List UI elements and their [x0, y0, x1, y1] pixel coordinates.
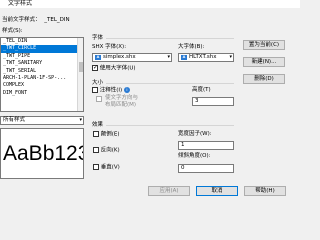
current-style-row: 当前文字样式： _TEL_DIN	[2, 17, 70, 24]
size-group-divider	[106, 83, 234, 84]
match-orientation-row: 使文字方向与布局匹配(M)	[96, 95, 140, 108]
title-bar[interactable]: 文字样式	[0, 0, 300, 8]
style-list-item[interactable]: _TWT_SERIAL	[1, 68, 83, 75]
shx-font-select[interactable]: A simplex.shx ▾	[92, 53, 172, 62]
backwards-label: 反向(K)	[100, 147, 120, 154]
cancel-button[interactable]: 取消	[196, 186, 238, 196]
styles-list[interactable]: _TEL_DIN _TWT_CIRCLE _TWT_PIPE _TWT_SANITAR…	[0, 37, 84, 112]
info-icon: i	[123, 87, 130, 93]
bigfont-label: 大字体(B):	[178, 44, 205, 50]
style-list-item[interactable]: ARCH-1-PLAN-1F-SP-...	[1, 75, 83, 82]
upside-down-checkbox[interactable]	[93, 131, 99, 137]
size-group-label: 大小	[92, 80, 104, 86]
apply-button[interactable]: 应用(A)	[148, 186, 190, 196]
match-orientation-checkbox	[96, 96, 102, 102]
preview-text: AaBb123	[3, 142, 84, 165]
font-group-divider	[106, 38, 234, 39]
use-bigfont-label: 使用大字体(U)	[99, 65, 136, 72]
upside-down-label: 颠倒(E)	[100, 131, 120, 138]
width-factor-input[interactable]: 1	[178, 141, 234, 150]
height-value: 3	[195, 98, 199, 104]
match-orientation-label: 使文字方向与布局匹配(M)	[105, 95, 139, 108]
style-list-item[interactable]: _TWT_CIRCLE	[1, 45, 83, 53]
chevron-down-icon: ▾	[79, 117, 82, 123]
annotative-checkbox[interactable]	[92, 87, 98, 93]
vertical-row[interactable]: 垂直(V)	[93, 164, 120, 172]
chevron-down-icon: ▾	[229, 54, 232, 60]
backwards-checkbox[interactable]	[93, 147, 99, 153]
chevron-down-icon: ▾	[167, 54, 170, 60]
style-list-item[interactable]: _TEL_DIN	[1, 38, 83, 45]
style-list-item[interactable]: _TWT_SANITARY	[1, 60, 83, 67]
annotative-label: 注释性(I)	[99, 87, 123, 94]
width-factor-value: 1	[181, 142, 185, 148]
vertical-label: 垂直(V)	[100, 164, 120, 171]
use-bigfont-checkbox[interactable]	[92, 64, 98, 71]
effects-group-divider	[106, 125, 234, 126]
oblique-angle-input[interactable]: 0	[178, 164, 234, 173]
set-current-button[interactable]: 置为当前(C)	[243, 40, 285, 50]
vertical-checkbox[interactable]	[93, 164, 99, 170]
scrollbar-thumb[interactable]	[79, 62, 83, 72]
style-list-item[interactable]: DIM_FONT	[1, 90, 83, 97]
bigfont-value: HLTXT.shx	[189, 54, 217, 60]
style-list-item[interactable]: COMPLEX	[1, 82, 83, 89]
oblique-angle-label: 倾斜角度(O):	[178, 153, 211, 159]
use-bigfont-row[interactable]: 使用大字体(U)	[92, 64, 136, 73]
height-label: 高度(T)	[192, 87, 211, 93]
annotative-row[interactable]: 注释性(I) i	[92, 87, 130, 95]
current-style-label: 当前文字样式：	[2, 17, 41, 23]
oblique-angle-value: 0	[181, 165, 185, 171]
upside-down-row[interactable]: 颠倒(E)	[93, 131, 120, 139]
current-style-value: _TEL_DIN	[44, 17, 70, 23]
delete-style-button[interactable]: 删除(D)	[243, 74, 285, 84]
bigfont-select[interactable]: A HLTXT.shx ▾	[178, 53, 234, 62]
styles-list-scrollbar[interactable]	[77, 38, 83, 111]
shx-font-label: SHX 字体(X):	[92, 44, 127, 50]
shx-font-value: simplex.shx	[103, 54, 136, 60]
effects-group-label: 效果	[92, 122, 104, 128]
backwards-row[interactable]: 反向(K)	[93, 147, 120, 155]
style-filter-value: 所有样式	[3, 117, 26, 123]
help-button[interactable]: 帮助(H)	[244, 186, 286, 196]
style-list-item[interactable]: _TWT_PIPE	[1, 53, 83, 60]
width-factor-label: 宽度因子(W):	[178, 131, 212, 137]
bigfont-icon: A	[181, 55, 187, 60]
shx-font-icon: A	[95, 55, 101, 60]
height-input[interactable]: 3	[192, 97, 234, 106]
styles-label: 样式(S):	[2, 28, 23, 34]
text-preview: AaBb123	[0, 128, 84, 179]
window-title: 文字样式	[8, 0, 33, 7]
style-filter-select[interactable]: 所有样式 ▾	[0, 116, 84, 125]
font-group-label: 字体	[92, 35, 104, 41]
new-style-button[interactable]: 新建(N)...	[243, 57, 285, 67]
